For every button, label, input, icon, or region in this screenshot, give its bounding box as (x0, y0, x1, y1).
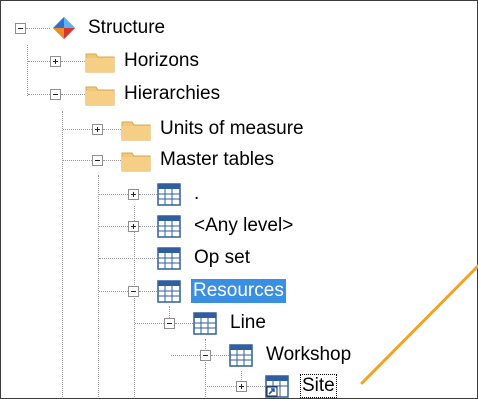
tree-node-line[interactable]: Line (1, 307, 477, 340)
tree-connector (211, 355, 229, 356)
tree-node-label: Line (230, 312, 266, 333)
tree-node-op-set[interactable]: Op set (1, 242, 477, 275)
tree-node-any-level[interactable]: <Any level> (1, 210, 477, 243)
tree-node-label: <Any level> (194, 215, 294, 236)
tree-connector (28, 61, 50, 62)
tree-node-label: Site (300, 374, 337, 398)
expand-toggle[interactable] (236, 381, 247, 392)
tree-connector (99, 258, 157, 259)
tree-panel: Structure Horizons Hierarchies Units of … (0, 0, 478, 399)
tree-connector (139, 194, 157, 195)
table-link-icon (265, 375, 289, 398)
tree-node-horizons[interactable]: Horizons (1, 45, 477, 78)
collapse-toggle[interactable] (164, 318, 175, 329)
tree-connector (207, 386, 236, 387)
collapse-toggle[interactable] (200, 350, 211, 361)
folder-icon (85, 86, 115, 106)
tree-node-label: Structure (88, 17, 166, 38)
tree-connector (99, 194, 128, 195)
tree-connector (171, 355, 200, 356)
tree-connector (99, 291, 128, 292)
collapse-toggle[interactable] (92, 155, 103, 166)
tree-node-structure[interactable]: Structure (1, 12, 477, 45)
tree-connector (139, 291, 157, 292)
folder-icon (85, 53, 115, 73)
expand-toggle[interactable] (128, 221, 139, 232)
tree-connector (61, 94, 85, 95)
collapse-toggle[interactable] (128, 286, 139, 297)
tree-node-label: Units of measure (160, 118, 304, 139)
structure-diamond-icon (53, 17, 75, 39)
tree-node-label: Hierarchies (124, 83, 221, 104)
tree-node-master-tables[interactable]: Master tables (1, 144, 477, 177)
tree-connector (135, 323, 164, 324)
table-icon (157, 247, 181, 270)
tree-node-hierarchies[interactable]: Hierarchies (1, 78, 477, 111)
tree-connector (139, 226, 157, 227)
tree-node-dot[interactable]: . (1, 178, 477, 211)
tree-node-label: Op set (194, 247, 250, 268)
tree-node-resources[interactable]: Resources (1, 275, 477, 308)
expand-toggle[interactable] (128, 189, 139, 200)
collapse-toggle[interactable] (50, 89, 61, 100)
folder-icon (121, 152, 151, 172)
tree-node-units-of-measure[interactable]: Units of measure (1, 113, 477, 146)
tree-node-site[interactable]: Site (1, 370, 477, 398)
tree-node-workshop[interactable]: Workshop (1, 339, 477, 372)
table-icon (157, 183, 181, 206)
collapse-toggle[interactable] (15, 23, 26, 34)
folder-icon (121, 121, 151, 141)
tree-node-label: Master tables (160, 149, 275, 170)
tree-node-label: . (194, 183, 200, 204)
tree-node-label: Resources (191, 279, 286, 303)
tree-node-label: Horizons (124, 50, 199, 71)
table-icon (229, 344, 253, 367)
table-icon (193, 312, 217, 335)
expand-toggle[interactable] (92, 124, 103, 135)
tree-connector (99, 226, 128, 227)
table-icon (157, 215, 181, 238)
tree-connector (103, 160, 121, 161)
table-icon (157, 280, 181, 303)
expand-toggle[interactable] (50, 56, 61, 67)
tree-node-label: Workshop (266, 344, 352, 365)
tree-connector (103, 129, 121, 130)
tree-connector (28, 94, 50, 95)
tree-connector (247, 386, 265, 387)
tree-connector (61, 61, 85, 62)
tree-connector (63, 129, 92, 130)
tree-connector (175, 323, 193, 324)
tree-connector (63, 160, 92, 161)
tree-connector (26, 28, 50, 29)
